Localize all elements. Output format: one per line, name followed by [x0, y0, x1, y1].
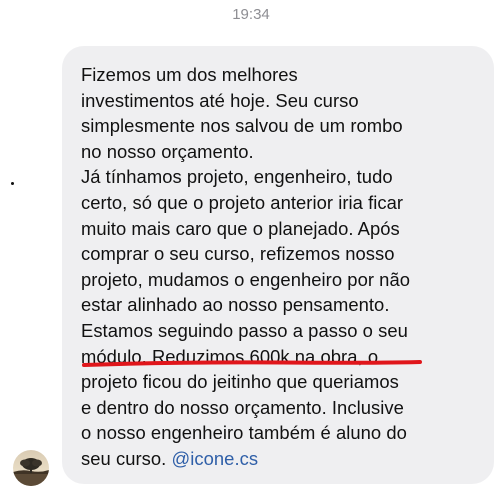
message-line-last: seu curso. @icone.cs	[81, 446, 478, 472]
line-suffix: , o	[357, 345, 379, 367]
message-line: e dentro do nosso orçamento. Inclusive	[81, 396, 404, 418]
avatar-sunset-icon	[13, 450, 49, 486]
message-line: projeto, mudamos o engenheiro por não	[81, 268, 411, 290]
message-line: certo, só que o projeto anterior iria fi…	[81, 191, 404, 213]
message-line-highlighted: módulo. Reduzimos 600k na obra, o	[81, 344, 478, 370]
sender-avatar[interactable]	[13, 450, 49, 486]
line-prefix: módulo.	[81, 345, 152, 367]
message-text: Fizemos um dos melhores investimentos at…	[81, 62, 478, 472]
message-line: Fizemos um dos melhores	[81, 64, 298, 85]
message-bubble[interactable]: Fizemos um dos melhores investimentos at…	[62, 46, 494, 484]
message-line: comprar o seu curso, refizemos nosso	[81, 243, 395, 265]
message-line: projeto ficou do jeitinho que queriamos	[81, 371, 399, 393]
message-line: Já tínhamos projeto, engenheiro, tudo	[81, 166, 393, 188]
highlighted-phrase: Reduzimos 600k na obra	[151, 345, 358, 367]
message-timestamp: 19:34	[232, 6, 270, 23]
line-prefix: seu curso.	[81, 447, 172, 469]
message-line: muito mais caro que o planejado. Após	[81, 217, 400, 239]
message-line: Estamos seguindo passo a passo o seu	[81, 319, 408, 341]
message-line: o nosso engenheiro também é aluno do	[81, 422, 407, 444]
stray-dot	[11, 182, 14, 185]
mention-link[interactable]: @icone.cs	[172, 448, 259, 469]
message-line: investimentos até hoje. Seu curso	[81, 89, 359, 111]
message-line: estar alinhado ao nosso pensamento.	[81, 294, 390, 316]
message-line: simplesmente nos salvou de um rombo	[81, 115, 403, 137]
message-line: no nosso orçamento.	[81, 140, 254, 162]
